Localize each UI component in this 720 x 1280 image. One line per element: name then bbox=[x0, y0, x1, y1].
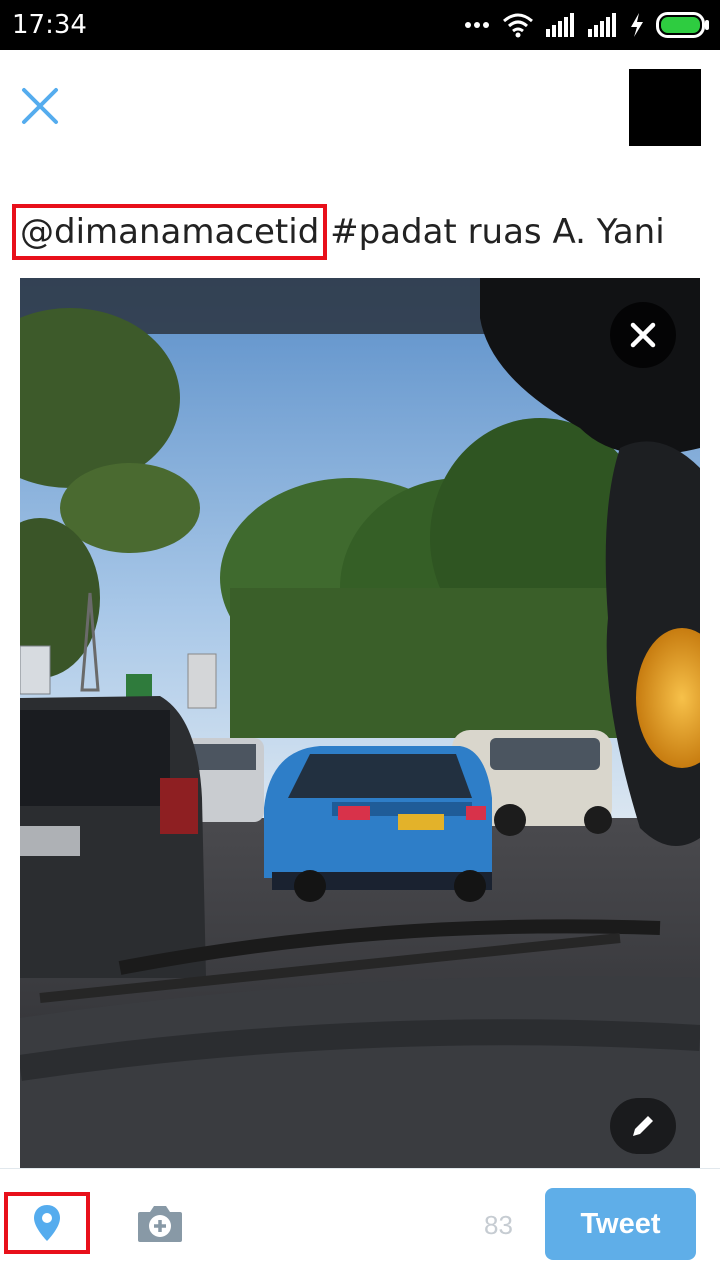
charging-icon bbox=[631, 13, 643, 37]
status-bar: 17:34 bbox=[0, 0, 720, 50]
toolbar-divider bbox=[0, 1168, 720, 1169]
status-time: 17:34 bbox=[12, 10, 87, 40]
add-photo-button[interactable] bbox=[136, 1204, 184, 1244]
edit-photo-button[interactable] bbox=[610, 1098, 676, 1154]
signal-icon bbox=[546, 13, 574, 37]
character-count: 83 bbox=[484, 1210, 513, 1240]
more-icon bbox=[465, 22, 489, 28]
mention-highlight: @dimanamacetid bbox=[11, 204, 328, 260]
remove-photo-button[interactable] bbox=[610, 302, 676, 368]
add-photo-icon bbox=[138, 1206, 182, 1242]
photo-image bbox=[20, 278, 700, 1168]
tweet-button[interactable]: Tweet bbox=[545, 1188, 696, 1260]
battery-icon bbox=[656, 12, 709, 38]
close-icon bbox=[630, 322, 656, 348]
signal-icon bbox=[588, 13, 616, 37]
close-composer-button[interactable] bbox=[18, 84, 62, 128]
close-icon bbox=[22, 88, 58, 124]
pencil-icon bbox=[633, 1116, 653, 1136]
location-pin-icon bbox=[34, 1205, 60, 1241]
add-location-button[interactable] bbox=[4, 1192, 90, 1254]
attached-photo bbox=[20, 278, 700, 1168]
status-icons bbox=[464, 10, 710, 40]
wifi-icon bbox=[503, 13, 533, 38]
tweet-text-field[interactable]: @dimanamacetid #padat ruas A. Yani bbox=[11, 204, 665, 260]
avatar[interactable] bbox=[629, 69, 701, 146]
tweet-text-rest: #padat ruas A. Yani bbox=[319, 212, 665, 252]
